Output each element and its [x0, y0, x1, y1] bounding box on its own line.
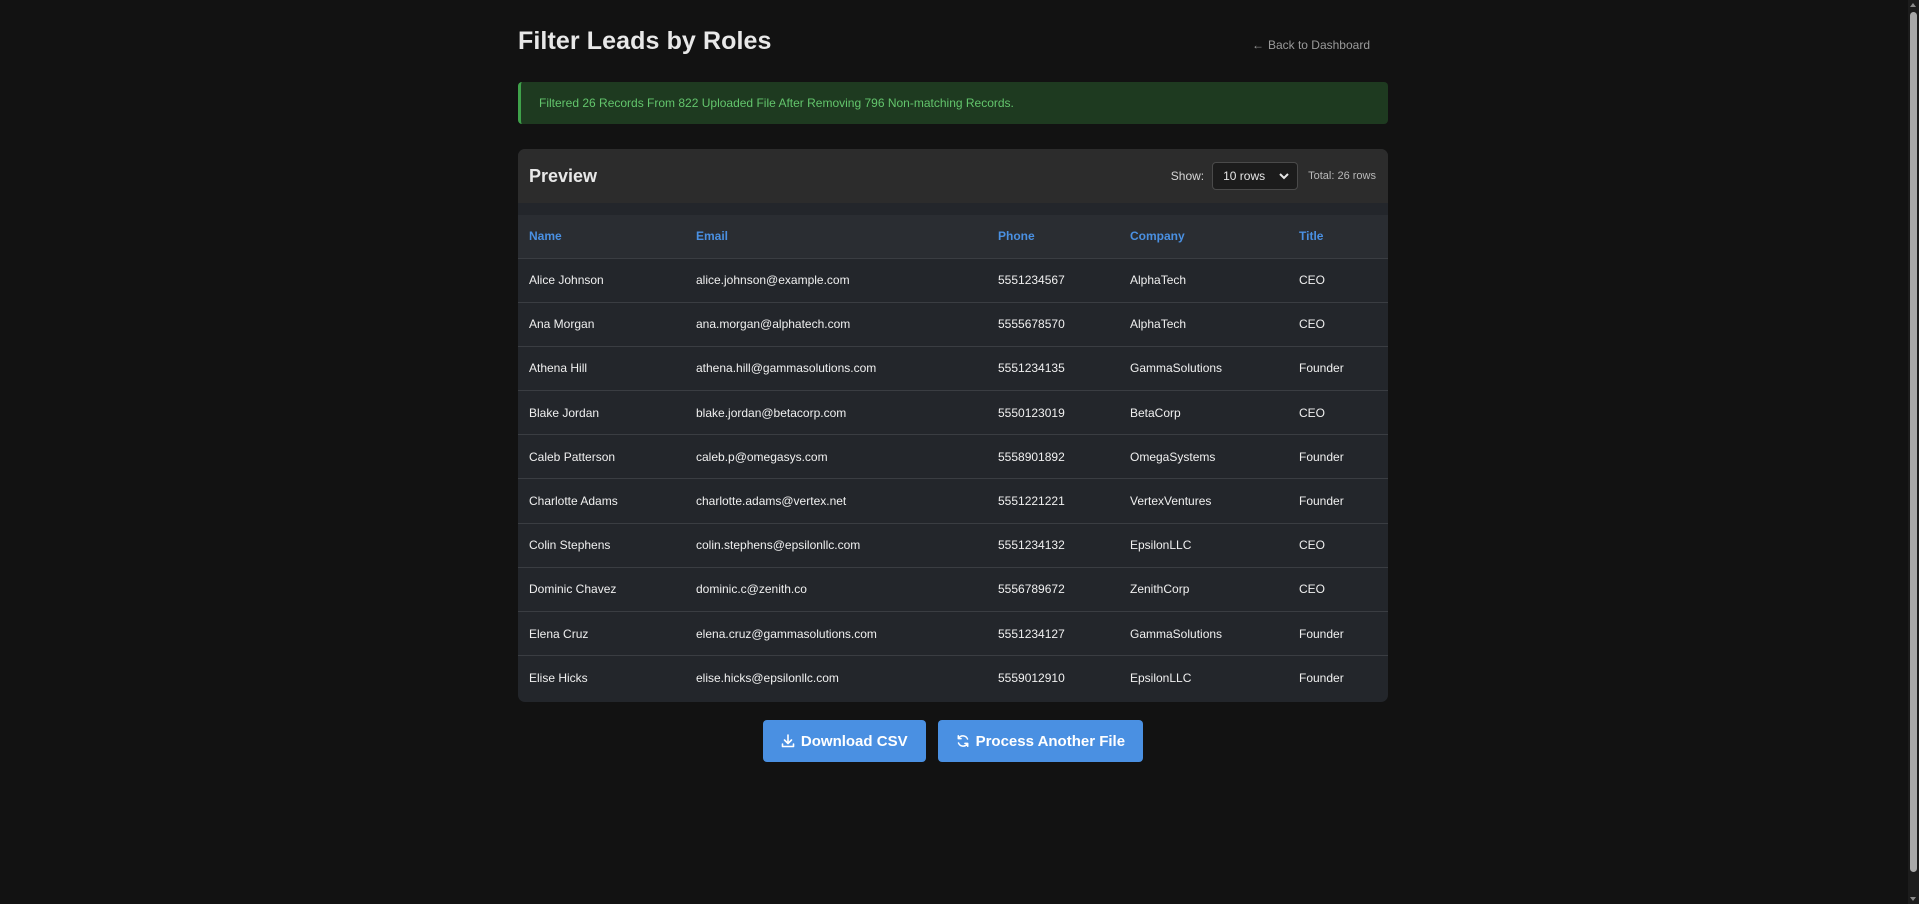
table-row[interactable]: Charlotte Adams charlotte.adams@vertex.ne… — [518, 478, 1388, 524]
cell-company: AlphaTech — [1119, 302, 1288, 347]
column-header-phone[interactable]: Phone — [987, 215, 1119, 259]
cell-name: Charlotte Adams — [518, 478, 685, 524]
table-row[interactable]: Caleb Patterson caleb.p@omegasys.com 55589… — [518, 434, 1388, 480]
preview-title: Preview — [529, 165, 598, 186]
table-row[interactable]: Ana Morgan ana.morgan@alphatech.com 555567… — [518, 302, 1388, 347]
table-row[interactable]: Elise Hicks elise.hicks@epsilonllc.com 555… — [518, 656, 1388, 700]
rows-control: Show: 10 rows Total: 26 rows — [1171, 162, 1376, 190]
column-header-company[interactable]: Company — [1119, 215, 1288, 259]
cell-email: colin.stephens@epsilonllc.com — [685, 523, 987, 568]
column-header-email[interactable]: Email — [685, 215, 987, 259]
page-header: Filter Leads by Roles ← Back to Dashboar… — [518, 0, 1388, 88]
cell-company: BetaCorp — [1119, 390, 1288, 436]
back-link-label: Back to Dashboard — [1267, 38, 1370, 52]
cell-title: CEO — [1288, 258, 1388, 303]
cell-name: Ana Morgan — [518, 302, 685, 347]
cell-company: GammaSolutions — [1119, 346, 1288, 392]
table-row[interactable]: Colin Stephens colin.stephens@epsilonllc.… — [518, 523, 1388, 568]
cell-title: CEO — [1288, 390, 1388, 436]
cell-phone: 5550123019 — [987, 390, 1119, 436]
cell-title: Founder — [1299, 670, 1344, 685]
download-csv-button[interactable]: Download CSV — [762, 720, 926, 762]
cell-title: Founder — [1288, 478, 1388, 524]
column-header-title[interactable]: Title — [1288, 215, 1388, 259]
cell-name: Athena Hill — [518, 346, 685, 392]
cell-company: VertexVentures — [1119, 478, 1288, 524]
cell-phone: 5555678570 — [987, 302, 1119, 347]
cell-title: CEO — [1288, 523, 1388, 568]
cell-email: elise.hicks@epsilonllc.com — [696, 670, 839, 685]
success-alert: Filtered 26 Records From 822 Uploaded Fi… — [518, 82, 1388, 124]
panel-spacer — [518, 203, 1388, 215]
rows-select-value: 10 rows — [1223, 169, 1266, 183]
main-container: Filter Leads by Roles ← Back to Dashboar… — [518, 0, 1388, 762]
leads-table: Name Email Phone Company Title Alice Joh… — [518, 215, 1388, 699]
cell-name: Colin Stephens — [518, 523, 685, 568]
cell-company: EpsilonLLC — [1119, 523, 1288, 568]
preview-panel: Preview Show: 10 rows Total: 26 rows Nam… — [518, 149, 1388, 702]
page-scrollbar[interactable] — [1908, 0, 1919, 904]
table-row[interactable]: Blake Jordan blake.jordan@betacorp.com 555… — [518, 390, 1388, 436]
cell-phone: 5551221221 — [987, 478, 1119, 524]
action-buttons: Download CSV Process Another File — [518, 720, 1388, 762]
process-another-file-button[interactable]: Process Another File — [937, 720, 1144, 762]
cell-title: Founder — [1288, 346, 1388, 392]
cell-company: GammaSolutions — [1119, 611, 1288, 657]
cell-company: AlphaTech — [1119, 258, 1288, 303]
cell-name: Elena Cruz — [518, 611, 685, 657]
cell-phone: 5551234132 — [987, 523, 1119, 568]
download-csv-label: Download CSV — [800, 732, 908, 750]
table-row[interactable]: Alice Johnson alice.johnson@example.com 55… — [518, 258, 1388, 303]
cell-email: ana.morgan@alphatech.com — [685, 302, 987, 347]
cell-title: CEO — [1288, 567, 1388, 613]
cell-phone: 5556789672 — [987, 567, 1119, 613]
cell-email: blake.jordan@betacorp.com — [685, 390, 987, 436]
download-icon — [781, 734, 795, 748]
table-body: Alice Johnson alice.johnson@example.com 55… — [518, 258, 1388, 699]
cell-email: elena.cruz@gammasolutions.com — [685, 611, 987, 657]
alert-message: Filtered 26 Records From 822 Uploaded Fi… — [539, 96, 1014, 110]
cell-email: alice.johnson@example.com — [685, 258, 987, 303]
cell-name: Dominic Chavez — [518, 567, 685, 613]
back-to-dashboard-link[interactable]: ← Back to Dashboard — [1252, 38, 1370, 52]
rows-per-page-select[interactable]: 10 rows — [1212, 162, 1299, 190]
column-header-name[interactable]: Name — [518, 215, 685, 259]
cell-email: dominic.c@zenith.co — [685, 567, 987, 613]
refresh-icon — [957, 735, 969, 747]
cell-title: Founder — [1288, 611, 1388, 657]
cell-company: OmegaSystems — [1119, 434, 1288, 480]
cell-title: Founder — [1288, 434, 1388, 480]
cell-phone: 5559012910 — [998, 670, 1065, 685]
arrow-left-icon: ← — [1251, 38, 1264, 52]
scroll-up-arrow-icon[interactable] — [1910, 3, 1916, 7]
cell-email: caleb.p@omegasys.com — [685, 434, 987, 480]
cell-name: Elise Hicks — [529, 670, 588, 685]
cell-email: athena.hill@gammasolutions.com — [685, 346, 987, 392]
cell-name: Alice Johnson — [518, 258, 685, 303]
scrollbar-thumb[interactable] — [1910, 12, 1917, 872]
cell-title: CEO — [1288, 302, 1388, 347]
show-label: Show: — [1170, 169, 1205, 183]
cell-email: charlotte.adams@vertex.net — [685, 478, 987, 524]
cell-phone: 5551234135 — [987, 346, 1119, 392]
cell-company: ZenithCorp — [1119, 567, 1288, 613]
chevron-down-icon — [1279, 172, 1289, 179]
preview-header: Preview Show: 10 rows Total: 26 rows — [518, 149, 1388, 203]
total-rows: Total: 26 rows — [1308, 170, 1376, 182]
cell-name: Caleb Patterson — [518, 434, 685, 480]
scroll-down-arrow-icon[interactable] — [1910, 897, 1916, 901]
table-header-row: Name Email Phone Company Title — [518, 215, 1388, 259]
cell-name: Blake Jordan — [518, 390, 685, 436]
table-row[interactable]: Elena Cruz elena.cruz@gammasolutions.com 5… — [518, 611, 1388, 657]
cell-company: EpsilonLLC — [1130, 670, 1192, 685]
cell-phone: 5558901892 — [987, 434, 1119, 480]
table-row[interactable]: Athena Hill athena.hill@gammasolutions.co… — [518, 346, 1388, 392]
page-title: Filter Leads by Roles — [518, 27, 772, 55]
table-row[interactable]: Dominic Chavez dominic.c@zenith.co 5556789… — [518, 567, 1388, 613]
cell-phone: 5551234567 — [987, 258, 1119, 303]
cell-phone: 5551234127 — [987, 611, 1119, 657]
process-another-file-label: Process Another File — [975, 732, 1126, 750]
